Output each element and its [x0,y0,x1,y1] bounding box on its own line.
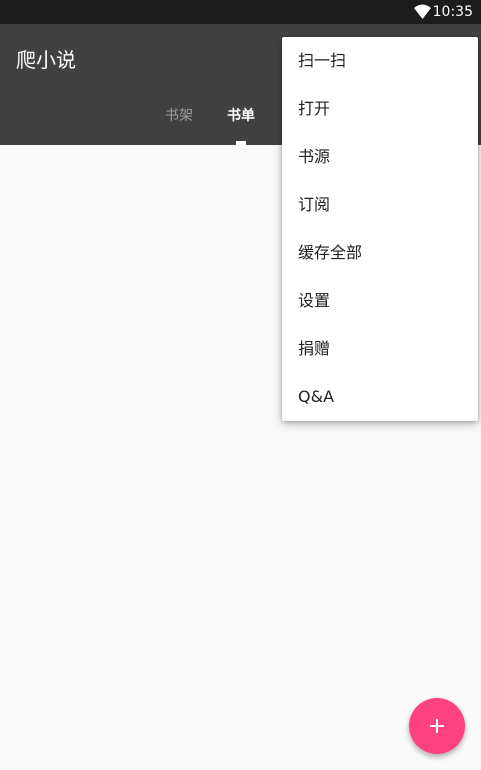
add-fab-button[interactable] [409,698,465,754]
menu-item-donate[interactable]: 捐赠 [282,325,478,373]
menu-item-qa[interactable]: Q&A [282,373,478,421]
wifi-icon [414,4,431,19]
menu-item-cache-all[interactable]: 缓存全部 [282,229,478,277]
menu-item-open[interactable]: 打开 [282,85,478,133]
app-title: 爬小说 [16,48,76,72]
menu-item-subscribe[interactable]: 订阅 [282,181,478,229]
menu-item-scan[interactable]: 扫一扫 [282,37,478,85]
menu-item-book-source[interactable]: 书源 [282,133,478,181]
menu-item-settings[interactable]: 设置 [282,277,478,325]
tab-bookshelf[interactable]: 书架 [165,106,193,126]
tab-booklist[interactable]: 书单 [227,106,255,126]
overflow-menu: 扫一扫 打开 书源 订阅 缓存全部 设置 捐赠 Q&A [282,37,478,421]
clock: 10:35 [432,4,473,20]
status-bar: 10:35 [0,0,481,24]
